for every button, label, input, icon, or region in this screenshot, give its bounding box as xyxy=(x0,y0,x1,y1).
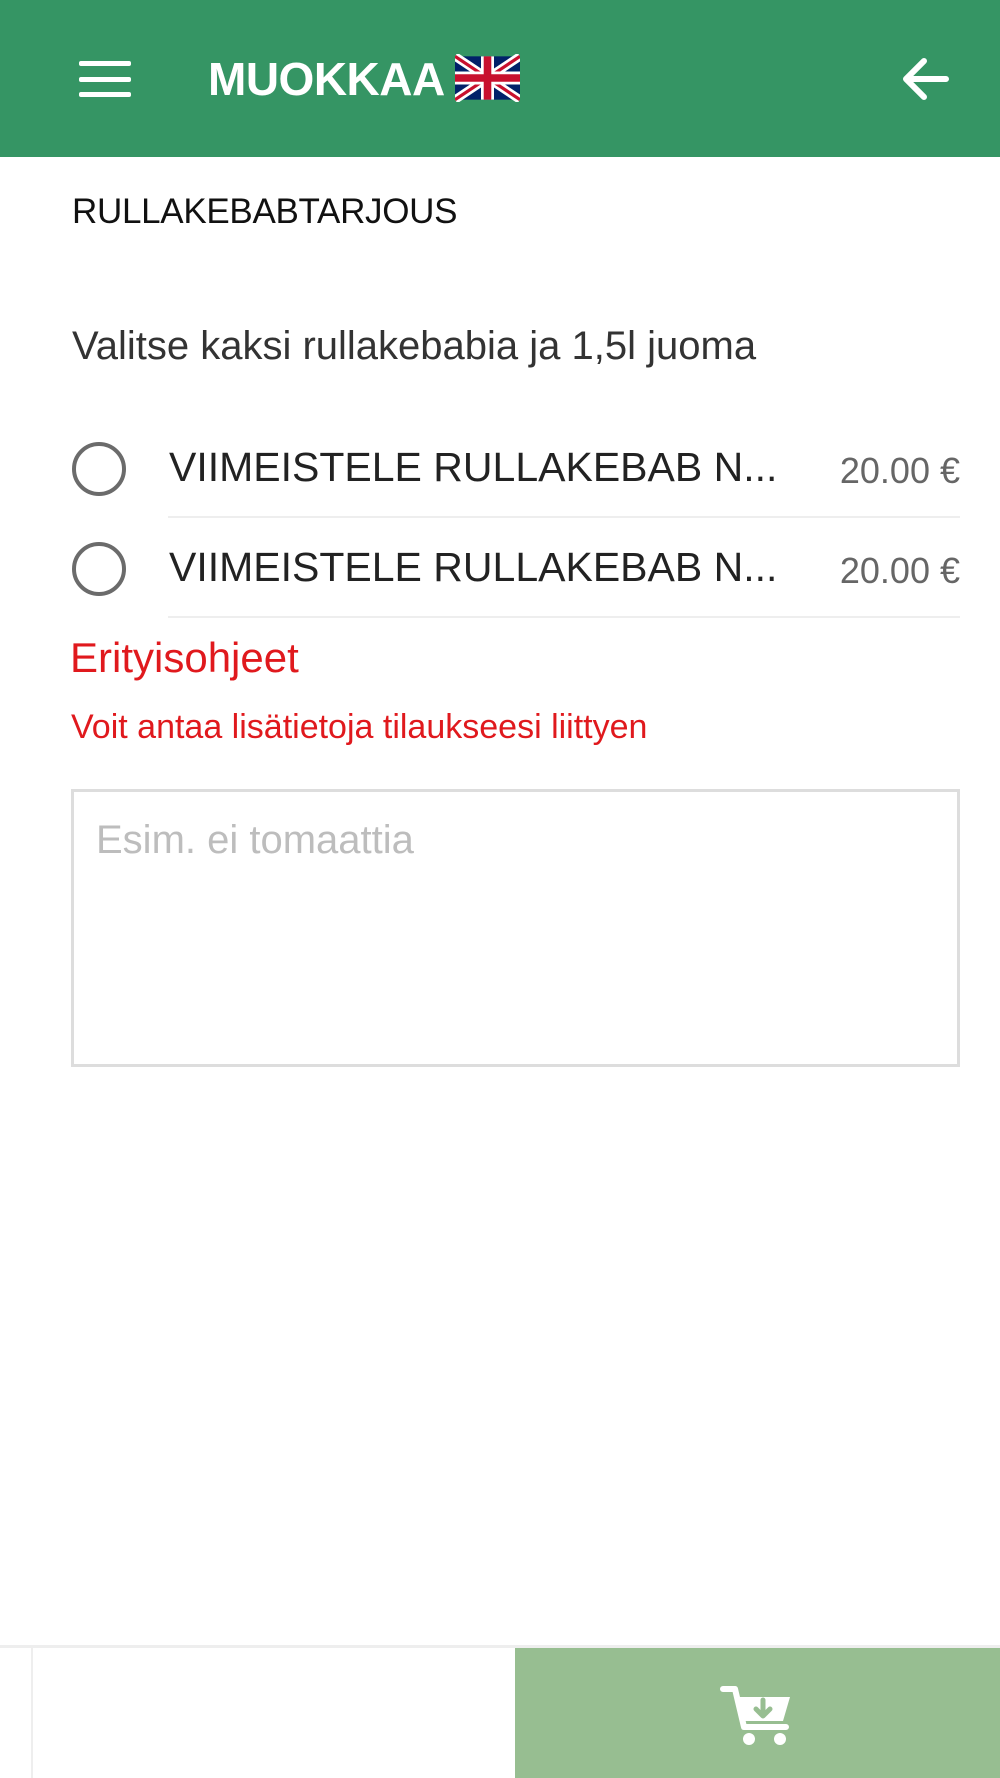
option-label: VIIMEISTELE RULLAKEBAB N... xyxy=(169,544,778,590)
divider xyxy=(168,616,960,618)
product-title: RULLAKEBABTARJOUS xyxy=(72,192,458,231)
option-radio[interactable] xyxy=(72,542,126,596)
hamburger-menu-icon[interactable] xyxy=(76,56,134,102)
bottom-bar xyxy=(0,1645,1000,1778)
uk-flag-icon[interactable] xyxy=(452,52,523,104)
option-price: 20.00 € xyxy=(839,450,960,491)
option-label: VIIMEISTELE RULLAKEBAB N... xyxy=(169,444,778,490)
divider xyxy=(31,1648,33,1778)
add-to-cart-button[interactable] xyxy=(515,1648,1000,1778)
arrow-left-icon[interactable] xyxy=(900,55,952,103)
option-price: 20.00 € xyxy=(839,550,960,591)
app-bar: MUOKKAA xyxy=(0,0,1000,157)
product-instruction: Valitse kaksi rullakebabia ja 1,5l juoma xyxy=(72,324,757,368)
page-title: MUOKKAA xyxy=(208,53,445,105)
divider xyxy=(168,516,960,518)
option-row-2[interactable]: VIIMEISTELE RULLAKEBAB N... 20.00 € xyxy=(70,520,960,618)
option-radio[interactable] xyxy=(72,442,126,496)
option-row-1[interactable]: VIIMEISTELE RULLAKEBAB N... 20.00 € xyxy=(70,420,960,518)
special-instructions-input[interactable] xyxy=(71,789,960,1067)
special-instructions-description: Voit antaa lisätietoja tilaukseesi liitt… xyxy=(71,708,648,746)
add-to-cart-icon xyxy=(719,1685,790,1745)
special-instructions-title: Erityisohjeet xyxy=(70,634,299,681)
